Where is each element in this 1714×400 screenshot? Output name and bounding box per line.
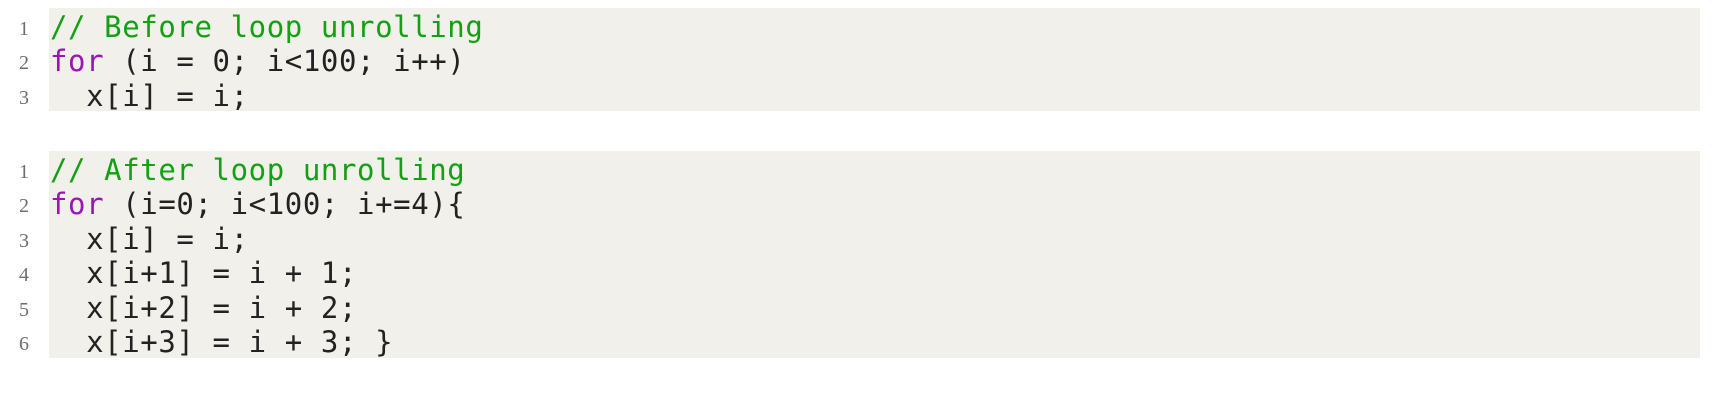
- line-number: 1: [19, 18, 29, 40]
- code-line: 5 x[i+2] = i + 2;: [0, 289, 1714, 327]
- code-text: // Before loop unrolling: [50, 10, 483, 44]
- plain-token: (i = 0; i<100; i++): [104, 44, 466, 79]
- code-text: x[i+3] = i + 3; }: [50, 325, 393, 359]
- comment-token: // Before loop unrolling: [50, 10, 484, 44]
- plain-token: x[i] = i;: [50, 221, 249, 256]
- line-number: 4: [19, 264, 29, 287]
- keyword-token: for: [50, 187, 105, 222]
- code-listing-after: 1 // After loop unrolling 2 for (i=0; i<100…: [0, 151, 1714, 361]
- code-text: for (i = 0; i<100; i++): [50, 44, 465, 78]
- code-line: 3 x[i] = i;: [0, 220, 1714, 258]
- code-line: 2 for (i = 0; i<100; i++): [0, 42, 1714, 80]
- code-line: 4 x[i+1] = i + 1;: [0, 254, 1714, 292]
- line-number: 1: [19, 161, 29, 183]
- code-text: x[i] = i;: [50, 222, 249, 256]
- code-line: 3 x[i] = i;: [0, 77, 1714, 115]
- plain-token: x[i+1] = i + 1;: [50, 256, 358, 291]
- code-line: 2 for (i=0; i<100; i+=4){: [0, 185, 1714, 223]
- code-text: // After loop unrolling: [50, 153, 465, 187]
- line-number: 2: [19, 195, 29, 218]
- code-text: x[i] = i;: [50, 79, 249, 113]
- line-number: 2: [19, 52, 29, 75]
- comment-token: // After loop unrolling: [50, 153, 466, 187]
- plain-token: x[i+3] = i + 3; }: [50, 325, 394, 359]
- line-number: 6: [19, 333, 29, 355]
- plain-token: x[i+2] = i + 2;: [50, 290, 358, 325]
- code-line: 1 // Before loop unrolling: [0, 8, 1714, 46]
- line-number: 3: [19, 229, 29, 252]
- code-listing-before: 1 // Before loop unrolling 2 for (i = 0; i<…: [0, 8, 1714, 113]
- code-text: x[i+1] = i + 1;: [50, 256, 357, 290]
- keyword-token: for: [50, 44, 105, 79]
- line-number: 3: [19, 86, 29, 109]
- code-text: x[i+2] = i + 2;: [50, 291, 357, 325]
- plain-token: x[i] = i;: [50, 78, 249, 113]
- line-number: 5: [19, 298, 29, 321]
- code-text: for (i=0; i<100; i+=4){: [50, 187, 465, 221]
- plain-token: (i=0; i<100; i+=4){: [104, 187, 466, 222]
- code-line: 1 // After loop unrolling: [0, 151, 1714, 189]
- code-listings-page: { "listings": [ { "name": "before-loop-u…: [0, 0, 1714, 400]
- code-line: 6 x[i+3] = i + 3; }: [0, 323, 1714, 361]
